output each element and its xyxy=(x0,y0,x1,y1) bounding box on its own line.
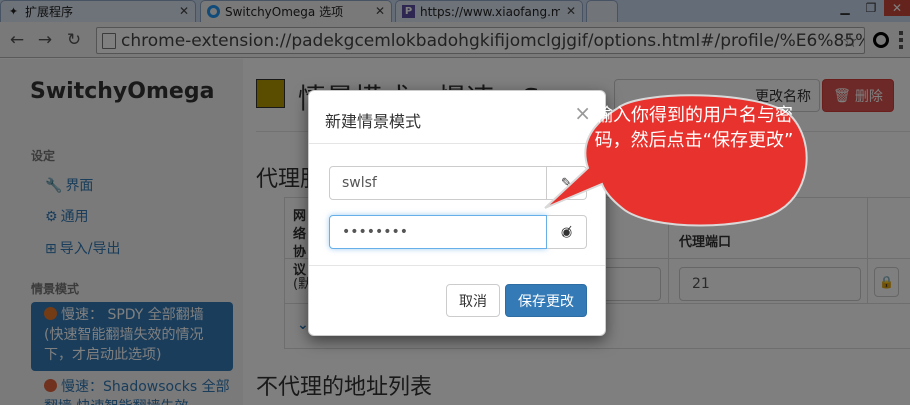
password-value: •••••••• xyxy=(342,224,409,240)
cancel-label: 取消 xyxy=(459,293,487,310)
username-input[interactable]: swlsf xyxy=(329,166,547,200)
password-input[interactable]: •••••••• xyxy=(329,215,547,249)
username-value: swlsf xyxy=(342,175,377,191)
cancel-button[interactable]: 取消 xyxy=(446,284,500,317)
save-button[interactable]: 保存更改 xyxy=(505,284,587,317)
save-label: 保存更改 xyxy=(518,293,574,310)
dialog-divider xyxy=(309,265,605,266)
dialog-title: 新建情景模式 xyxy=(325,112,422,131)
callout-text: 输入你得到的用户名与密码，然后点击“保存更改” xyxy=(594,105,794,151)
